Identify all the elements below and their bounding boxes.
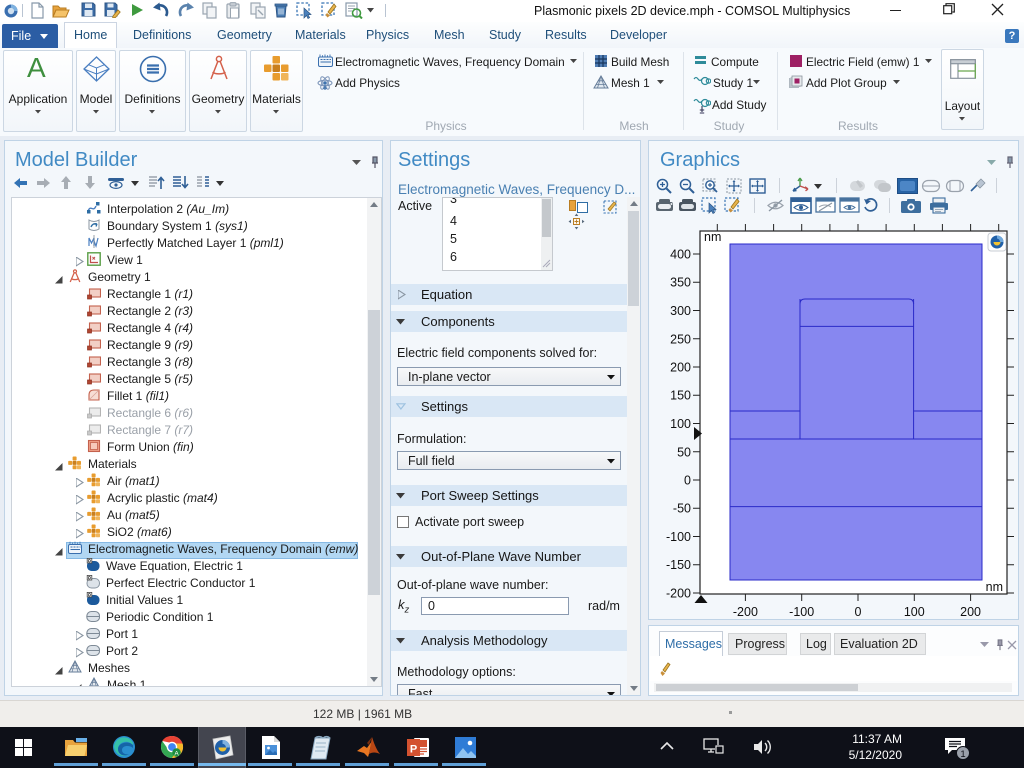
svg-text:1: 1 (960, 749, 965, 760)
svg-text:0: 0 (855, 605, 862, 619)
svg-text:-200: -200 (666, 587, 691, 601)
svg-text:400: 400 (670, 248, 691, 262)
svg-text:250: 250 (670, 332, 691, 346)
svg-text:nm: nm (986, 580, 1003, 594)
svg-text:-100: -100 (666, 530, 691, 544)
svg-text:200: 200 (670, 361, 691, 375)
svg-text:150: 150 (670, 389, 691, 403)
svg-text:nm: nm (704, 230, 721, 244)
svg-text:-150: -150 (666, 558, 691, 572)
svg-text:-50: -50 (673, 502, 691, 516)
svg-text:100: 100 (670, 417, 691, 431)
svg-text:200: 200 (960, 605, 981, 619)
svg-text:350: 350 (670, 276, 691, 290)
svg-text:P: P (410, 744, 417, 756)
svg-text:-100: -100 (789, 605, 814, 619)
svg-text:0: 0 (684, 474, 691, 488)
svg-text:300: 300 (670, 304, 691, 318)
svg-text:-200: -200 (733, 605, 758, 619)
svg-text:100: 100 (904, 605, 925, 619)
svg-text:A: A (174, 750, 179, 757)
svg-text:50: 50 (677, 445, 691, 459)
